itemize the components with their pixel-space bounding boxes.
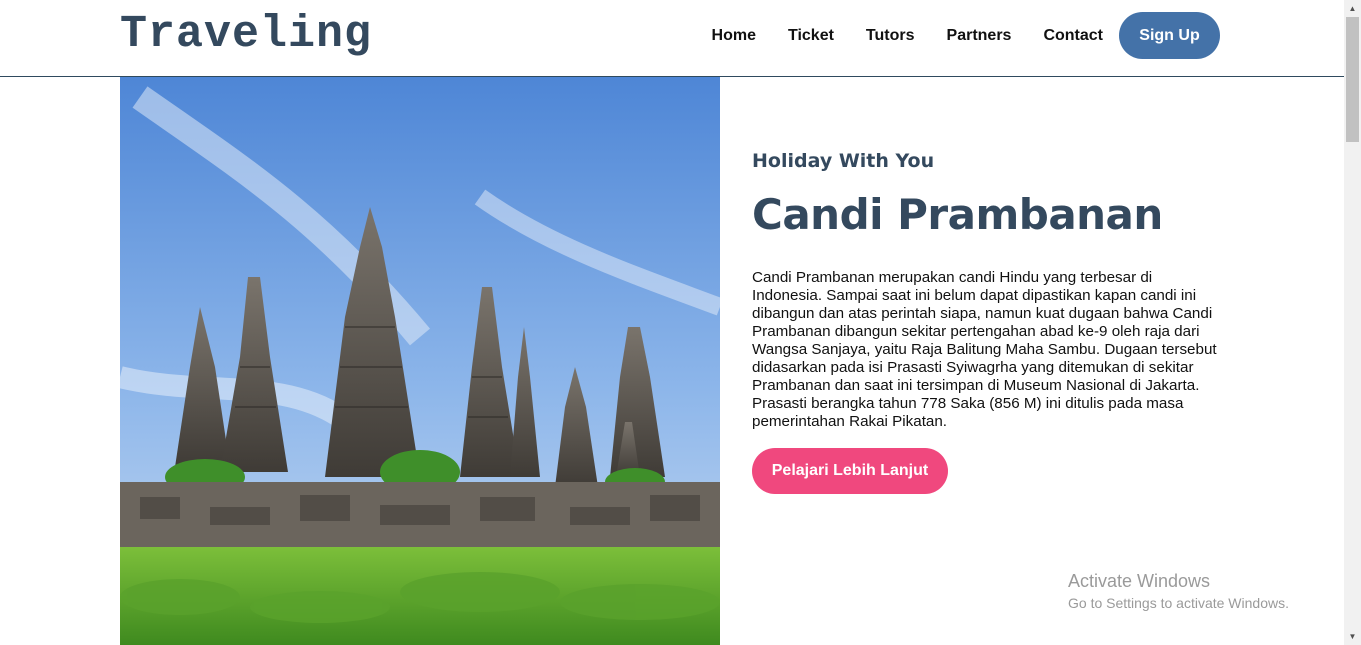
hero-content: Holiday With You Candi Prambanan Candi P… [752,140,1222,494]
site-logo[interactable]: Traveling [120,10,372,60]
site-header: Traveling Home Ticket Tutors Partners Co… [0,0,1344,77]
watermark-title: Activate Windows [1068,571,1211,591]
scroll-thumb[interactable] [1346,17,1359,142]
learn-more-button[interactable]: Pelajari Lebih Lanjut [752,448,948,494]
nav-ticket[interactable]: Ticket [788,27,834,45]
nav-partners[interactable]: Partners [947,27,1012,45]
activate-windows-watermark: Activate Windows Go to Settings to activ… [1068,570,1289,614]
main-nav: Home Ticket Tutors Partners Contact Sign… [712,12,1220,59]
hero-description: Candi Prambanan merupakan candi Hindu ya… [752,269,1217,430]
hero-title: Candi Prambanan [752,190,1163,239]
scroll-down-icon[interactable]: ▼ [1344,628,1361,645]
vertical-scrollbar[interactable]: ▲ ▼ [1344,0,1361,645]
nav-home[interactable]: Home [712,27,756,45]
watermark-subtitle: Go to Settings to activate Windows. [1068,595,1289,611]
sign-up-button[interactable]: Sign Up [1119,12,1220,59]
hero-eyebrow: Holiday With You [752,150,935,172]
temple-photo [120,77,720,645]
scroll-up-icon[interactable]: ▲ [1344,0,1361,17]
nav-tutors[interactable]: Tutors [866,27,915,45]
nav-contact[interactable]: Contact [1043,27,1103,45]
